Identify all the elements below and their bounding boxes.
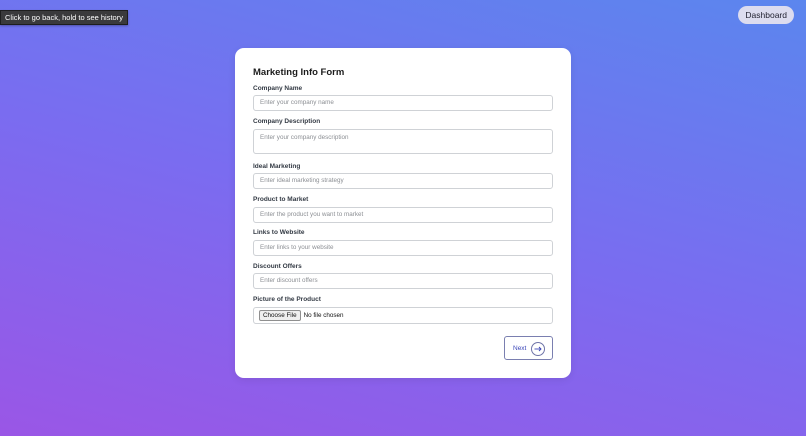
website-links-input[interactable]: Enter links to your website bbox=[253, 240, 553, 256]
file-status: No file chosen bbox=[303, 312, 344, 319]
discount-offers-label: Discount Offers bbox=[253, 263, 302, 270]
next-button[interactable]: Next bbox=[504, 336, 553, 360]
company-description-label: Company Description bbox=[253, 118, 321, 125]
product-picture-file-input[interactable]: Choose File No file chosen bbox=[253, 307, 553, 324]
product-to-market-label: Product to Market bbox=[253, 196, 309, 203]
website-links-label: Links to Website bbox=[253, 229, 305, 236]
form-title: Marketing Info Form bbox=[253, 67, 345, 78]
company-description-textarea[interactable]: Enter your company description bbox=[253, 129, 553, 154]
product-picture-label: Picture of the Product bbox=[253, 296, 321, 303]
ideal-marketing-input[interactable]: Enter ideal marketing strategy bbox=[253, 173, 553, 189]
arrow-right-icon bbox=[531, 341, 545, 356]
dashboard-button[interactable]: Dashboard bbox=[738, 6, 794, 24]
choose-file-button[interactable]: Choose File bbox=[259, 310, 301, 321]
discount-offers-input[interactable]: Enter discount offers bbox=[253, 273, 553, 289]
marketing-form-card: Marketing Info Form Company Name Enter y… bbox=[235, 48, 571, 378]
back-tooltip: Click to go back, hold to see history bbox=[0, 10, 128, 25]
ideal-marketing-label: Ideal Marketing bbox=[253, 163, 301, 170]
product-to-market-input[interactable]: Enter the product you want to market bbox=[253, 207, 553, 223]
next-label: Next bbox=[513, 344, 527, 352]
company-name-input[interactable]: Enter your company name bbox=[253, 95, 553, 111]
company-name-label: Company Name bbox=[253, 85, 303, 92]
